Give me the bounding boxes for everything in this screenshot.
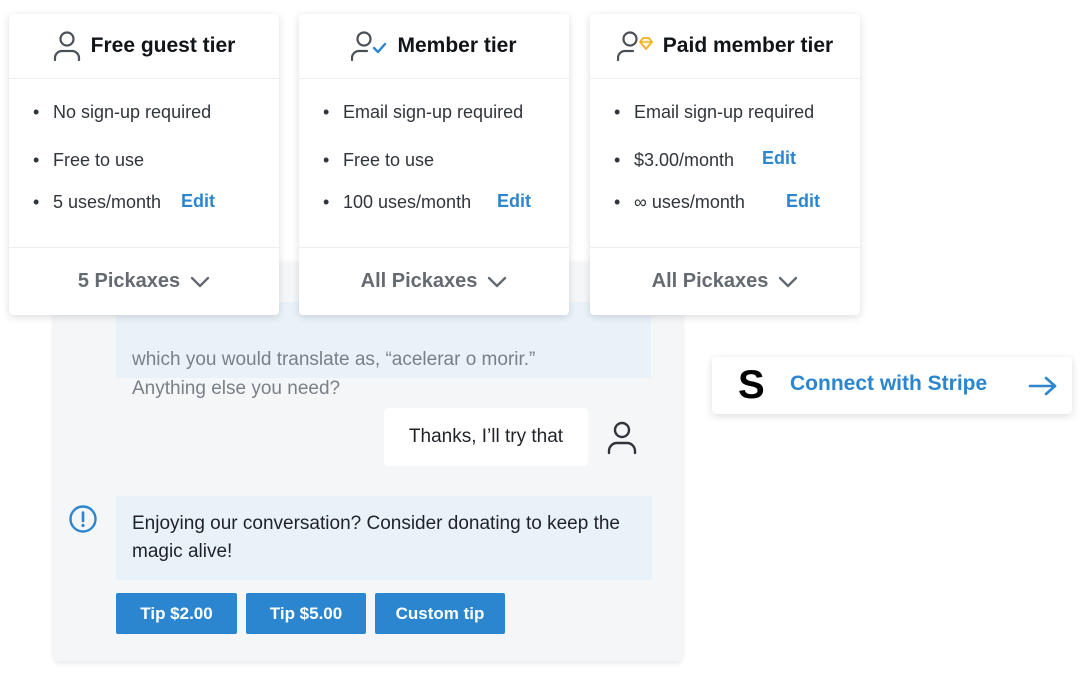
tip-buttons: Tip $2.00 Tip $5.00 Custom tip xyxy=(116,593,505,634)
chevron-down-icon xyxy=(779,276,798,287)
tier-card-paid-member: Paid member tier • Email sign-up required… xyxy=(590,14,860,315)
tier-feature-label: Free to use xyxy=(343,150,435,170)
user-gem-icon xyxy=(616,31,653,61)
pickaxes-dropdown[interactable]: All Pickaxes xyxy=(299,247,569,315)
tier-feature-label: Email sign-up required xyxy=(343,102,524,122)
tier-feature: • Email sign-up required xyxy=(614,102,814,123)
pickaxes-dropdown-label: 5 Pickaxes xyxy=(77,270,181,292)
tier-feature-label: 100 uses/month xyxy=(343,192,472,212)
connect-stripe-button[interactable]: S Connect with Stripe xyxy=(712,357,1072,414)
user-avatar-icon xyxy=(607,421,637,455)
tier-feature: • 100 uses/month xyxy=(323,192,471,213)
user-icon xyxy=(53,31,80,61)
edit-uses-link[interactable]: Edit xyxy=(786,191,820,212)
edit-uses-link[interactable]: Edit xyxy=(181,191,215,212)
edit-uses-link[interactable]: Edit xyxy=(497,191,531,212)
user-check-icon xyxy=(351,31,387,61)
tier-feature: • Email sign-up required xyxy=(323,102,523,123)
tier-feature-label: $3.00/month xyxy=(634,150,735,170)
tier-feature-label: Email sign-up required xyxy=(634,102,815,122)
bullet: • xyxy=(33,102,40,122)
bullet: • xyxy=(614,150,621,170)
alert-icon xyxy=(69,505,97,533)
pickaxes-dropdown[interactable]: 5 Pickaxes xyxy=(9,247,279,315)
user-message-bubble: Thanks, I’ll try that xyxy=(384,408,588,466)
tier-header: Member tier xyxy=(299,14,569,79)
custom-tip-button[interactable]: Custom tip xyxy=(375,593,505,634)
tier-feature: • 5 uses/month xyxy=(33,192,161,213)
pickaxes-dropdown-label: All Pickaxes xyxy=(651,270,769,292)
ai-message-line-2: Anything else you need? xyxy=(132,378,341,399)
chevron-down-icon xyxy=(190,276,210,287)
edit-price-link[interactable]: Edit xyxy=(762,148,796,169)
tier-feature-label: ∞ uses/month xyxy=(634,192,745,212)
tip-5-button[interactable]: Tip $5.00 xyxy=(246,593,366,634)
tier-header: Free guest tier xyxy=(9,14,279,79)
chat-panel: which you would translate as, “acelerar … xyxy=(54,262,682,661)
pickaxes-dropdown-label: All Pickaxes xyxy=(360,270,478,292)
tier-header: Paid member tier xyxy=(590,14,860,79)
tier-card-member: Member tier • Email sign-up required • Fre… xyxy=(299,14,569,315)
chevron-down-icon xyxy=(488,276,507,287)
stripe-logo: S xyxy=(738,363,765,407)
tier-feature-label: Free to use xyxy=(53,150,145,170)
bullet: • xyxy=(33,150,40,170)
tier-feature-label: No sign-up required xyxy=(53,102,212,122)
tier-feature: • Free to use xyxy=(33,150,144,171)
tier-title: Paid member tier xyxy=(662,34,834,57)
donation-prompt: Enjoying our conversation? Consider dona… xyxy=(116,496,652,580)
tier-title: Member tier xyxy=(397,34,517,57)
arrow-right-icon xyxy=(1028,376,1057,396)
tier-feature: • $3.00/month xyxy=(614,150,734,171)
connect-stripe-label: Connect with Stripe xyxy=(790,372,988,395)
tier-feature-label: 5 uses/month xyxy=(53,192,162,212)
tier-title: Free guest tier xyxy=(90,34,236,57)
bullet: • xyxy=(33,192,40,212)
bullet: • xyxy=(323,102,330,122)
tier-feature: • Free to use xyxy=(323,150,434,171)
tier-feature: • ∞ uses/month xyxy=(614,192,745,213)
bullet: • xyxy=(614,192,621,212)
ai-message-line-1: which you would translate as, “acelerar … xyxy=(132,349,536,370)
bullet: • xyxy=(323,150,330,170)
bullet: • xyxy=(323,192,330,212)
bullet: • xyxy=(614,102,621,122)
tier-feature: • No sign-up required xyxy=(33,102,211,123)
pickaxes-dropdown[interactable]: All Pickaxes xyxy=(590,247,860,315)
tier-card-free-guest: Free guest tier • No sign-up required • Fr… xyxy=(9,14,279,315)
tip-2-button[interactable]: Tip $2.00 xyxy=(116,593,237,634)
